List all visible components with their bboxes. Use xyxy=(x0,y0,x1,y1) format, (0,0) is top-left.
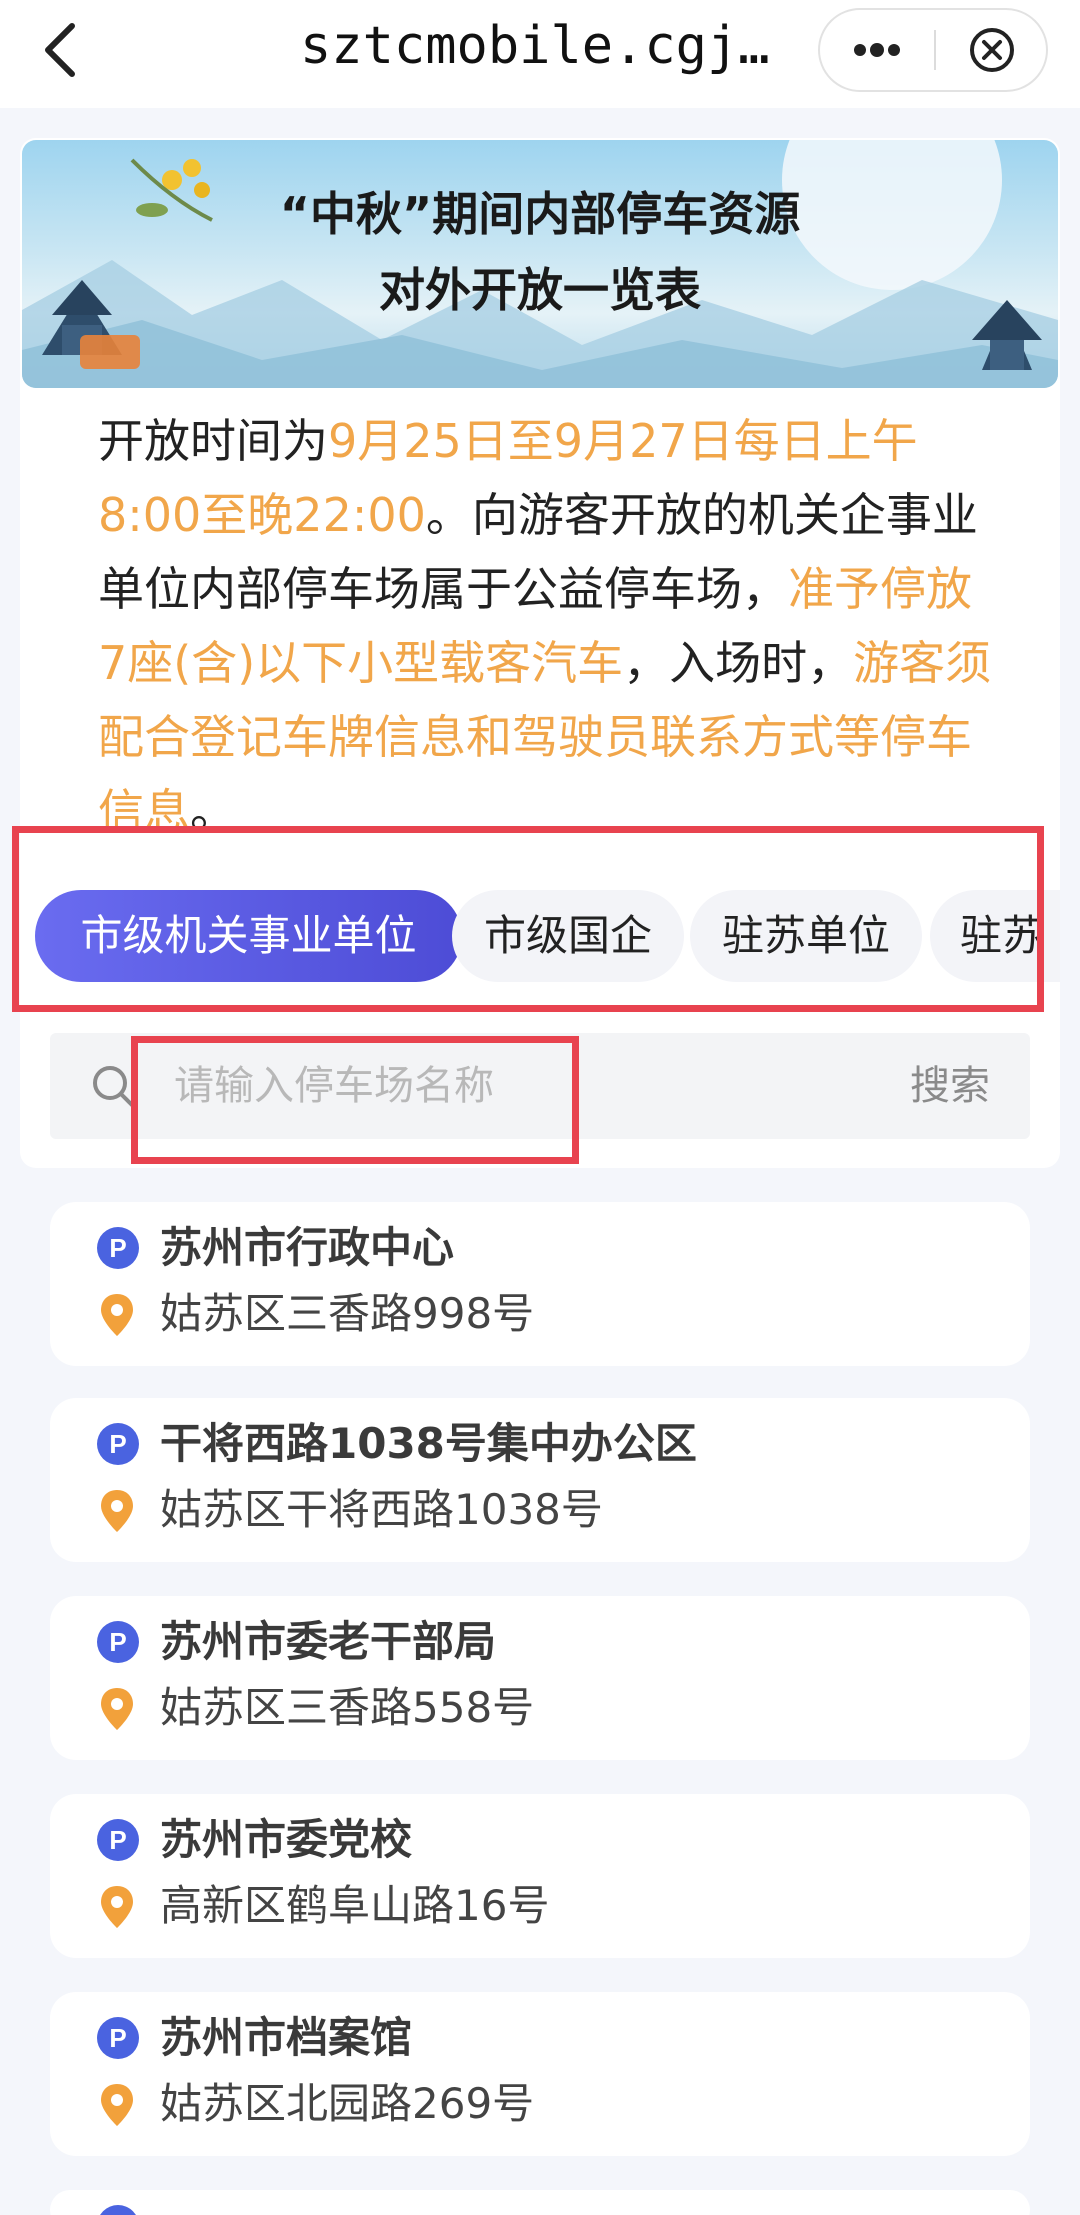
banner-title-line1: “中秋”期间内部停车资源 xyxy=(279,187,801,241)
page-url-title: sztcmobile.cgj… xyxy=(300,16,770,76)
intro-text-4: 。 xyxy=(190,784,236,838)
location-pin-icon xyxy=(101,1688,133,1730)
location-pin-icon xyxy=(101,1294,133,1336)
parking-icon: P xyxy=(97,2017,139,2059)
location-pin-icon xyxy=(101,2084,133,2126)
list-item[interactable]: P 苏州市委老干部局 姑苏区三香路558号 xyxy=(50,1596,1030,1760)
parking-address: 高新区鹤阜山路16号 xyxy=(160,1881,550,1930)
location-pin-icon xyxy=(101,1886,133,1928)
list-item-partial[interactable] xyxy=(50,2190,1030,2215)
close-circle-icon xyxy=(970,28,1014,72)
search-button[interactable]: 搜索 xyxy=(890,1051,1010,1121)
more-dots-icon xyxy=(854,43,900,57)
parking-name: 苏州市委老干部局 xyxy=(160,1617,497,1666)
more-button[interactable] xyxy=(820,10,934,90)
category-tabs: 市级机关事业单位 市级国企 驻苏单位 驻苏 xyxy=(20,866,1060,1004)
parking-icon: P xyxy=(97,1819,139,1861)
tab-stationed-units[interactable]: 驻苏单位 xyxy=(690,890,922,982)
parking-name: 苏州市委党校 xyxy=(160,1815,413,1864)
tab-stationed-more[interactable]: 驻苏 xyxy=(930,890,1060,982)
back-button[interactable] xyxy=(30,10,90,90)
banner-title: “中秋”期间内部停车资源 对外开放一览表 xyxy=(22,176,1058,328)
parking-icon: P xyxy=(97,1227,139,1269)
parking-address: 姑苏区三香路558号 xyxy=(160,1683,535,1732)
parking-name: 苏州市档案馆 xyxy=(160,2013,413,2062)
list-item[interactable]: P 苏州市行政中心 姑苏区三香路998号 xyxy=(50,1202,1030,1366)
svg-text:P: P xyxy=(109,2023,126,2053)
list-item[interactable]: P 干将西路1038号集中办公区 姑苏区干将西路1038号 xyxy=(50,1398,1030,1562)
parking-address: 姑苏区干将西路1038号 xyxy=(160,1485,603,1534)
parking-icon: P xyxy=(97,1621,139,1663)
banner-title-line2: 对外开放一览表 xyxy=(379,263,701,317)
parking-address: 姑苏区三香路998号 xyxy=(160,1289,535,1338)
parking-name: 干将西路1038号集中办公区 xyxy=(160,1419,697,1468)
tab-municipal-soe[interactable]: 市级国企 xyxy=(452,890,684,982)
list-item[interactable]: P 苏州市委党校 高新区鹤阜山路16号 xyxy=(50,1794,1030,1958)
parking-icon xyxy=(100,2205,136,2215)
close-button[interactable] xyxy=(936,10,1048,90)
chevron-left-icon xyxy=(45,23,75,77)
intro-text-3: ，入场时， xyxy=(623,636,854,690)
svg-text:P: P xyxy=(109,1429,126,1459)
tab-municipal-institutions[interactable]: 市级机关事业单位 xyxy=(35,890,462,982)
list-item[interactable]: P 苏州市档案馆 姑苏区北园路269号 xyxy=(50,1992,1030,2156)
top-nav-bar: sztcmobile.cgj… xyxy=(0,0,1080,108)
festival-banner: “中秋”期间内部停车资源 对外开放一览表 xyxy=(22,140,1058,388)
parking-icon: P xyxy=(97,1423,139,1465)
svg-text:P: P xyxy=(109,1233,126,1263)
intro-text-1: 开放时间为 xyxy=(98,414,328,468)
svg-text:P: P xyxy=(109,1627,126,1657)
search-bar: 搜索 xyxy=(50,1033,1030,1139)
svg-text:P: P xyxy=(109,1825,126,1855)
info-panel: “中秋”期间内部停车资源 对外开放一览表 开放时间为9月25日至9月27日每日上… xyxy=(20,138,1060,1168)
mini-program-capsule xyxy=(818,8,1048,92)
parking-name: 苏州市行政中心 xyxy=(160,1223,455,1272)
location-pin-icon xyxy=(101,1490,133,1532)
search-icon xyxy=(93,1066,136,1109)
parking-address: 姑苏区北园路269号 xyxy=(160,2079,535,2128)
search-input[interactable] xyxy=(174,1051,774,1121)
